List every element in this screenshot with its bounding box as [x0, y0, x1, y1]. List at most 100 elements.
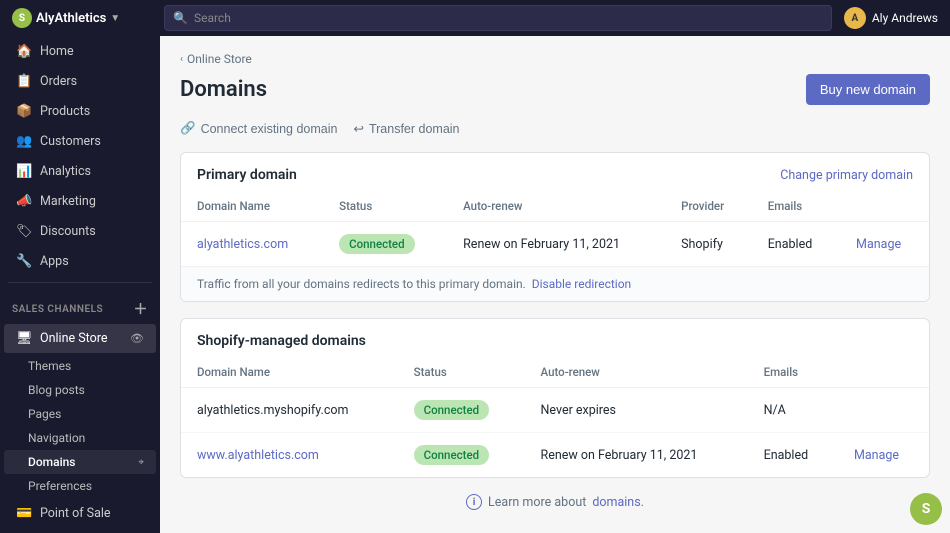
sidebar-item-point-of-sale[interactable]: 💳 Point of Sale — [4, 499, 156, 528]
brand-logo[interactable]: S AlyAthletics ▼ — [12, 8, 152, 28]
sidebar-item-products[interactable]: 📦 Products — [4, 97, 156, 126]
manage-link-2[interactable]: Manage — [854, 448, 899, 463]
primary-domain-title: Primary domain — [197, 167, 297, 183]
info-icon: i — [466, 494, 482, 510]
sidebar-item-label: Orders — [40, 74, 77, 89]
shopify-badge: S — [910, 493, 942, 525]
analytics-icon: 📊 — [16, 164, 32, 179]
page-title: Domains — [180, 77, 267, 102]
disable-redirection-link[interactable]: Disable redirection — [532, 277, 631, 291]
buy-new-domain-button[interactable]: Buy new domain — [806, 74, 930, 105]
col-provider: Provider — [665, 193, 752, 222]
customers-icon: 👥 — [16, 134, 32, 149]
change-primary-domain-link[interactable]: Change primary domain — [780, 168, 913, 183]
search-placeholder: Search — [194, 11, 231, 25]
sidebar-item-online-store[interactable]: 🖥 Online Store 👁 — [4, 324, 156, 353]
sidebar-item-facebook-shop[interactable]: f Facebook Shop — [4, 529, 156, 533]
col-auto-renew: Auto-renew — [447, 193, 665, 222]
page-header: Domains Buy new domain — [180, 74, 930, 105]
sidebar-item-discounts[interactable]: 🏷 Discounts — [4, 217, 156, 246]
sidebar-item-analytics[interactable]: 📊 Analytics — [4, 157, 156, 186]
sidebar-item-home[interactable]: 🏠 Home — [4, 37, 156, 66]
brand-name: AlyAthletics — [36, 11, 106, 26]
status-badge: Connected — [414, 445, 489, 465]
main-content: ‹ Online Store Domains Buy new domain 🔗 … — [160, 36, 950, 533]
sidebar-sub-preferences[interactable]: Preferences — [0, 474, 160, 498]
sales-channels-label: SALES CHANNELS ＋ — [0, 289, 160, 323]
search-icon: 🔍 — [173, 11, 188, 25]
sidebar-item-label: Online Store — [40, 331, 107, 346]
www-domain-link[interactable]: www.alyathletics.com — [197, 448, 319, 463]
sidebar-item-apps[interactable]: 🔧 Apps — [4, 247, 156, 276]
col-auto-renew-2: Auto-renew — [525, 359, 748, 388]
pos-icon: 💳 — [16, 506, 32, 521]
status-badge: Connected — [339, 234, 414, 254]
shopify-managed-table: Domain Name Status Auto-renew Emails aly… — [181, 359, 929, 477]
col-domain-name: Domain Name — [181, 193, 323, 222]
avatar: A — [844, 7, 866, 29]
myshopify-domain: alyathletics.myshopify.com — [197, 403, 348, 418]
table-row: www.alyathletics.com Connected Renew on … — [181, 433, 929, 478]
breadcrumb-link[interactable]: Online Store — [187, 52, 252, 66]
breadcrumb-chevron: ‹ — [180, 54, 183, 65]
app-layout: 🏠 Home 📋 Orders 📦 Products 👥 Customers 📊… — [0, 36, 950, 533]
orders-icon: 📋 — [16, 74, 32, 89]
apps-icon: 🔧 — [16, 254, 32, 269]
sidebar-item-label: Analytics — [40, 164, 91, 179]
sidebar-item-label: Products — [40, 104, 90, 119]
connect-existing-domain-button[interactable]: 🔗 Connect existing domain — [180, 121, 337, 136]
primary-domain-table: Domain Name Status Auto-renew Provider E… — [181, 193, 929, 266]
col-domain-name-2: Domain Name — [181, 359, 398, 388]
emails-text: Enabled — [748, 433, 838, 478]
table-row: alyathletics.com Connected Renew on Febr… — [181, 222, 929, 267]
sidebar-item-customers[interactable]: 👥 Customers — [4, 127, 156, 156]
sidebar-sub-themes[interactable]: Themes — [0, 354, 160, 378]
user-name: Aly Andrews — [872, 11, 938, 25]
transfer-icon: ↩ — [353, 121, 363, 136]
primary-domain-card: Primary domain Change primary domain Dom… — [180, 152, 930, 302]
domains-cursor-icon: ⌖ — [138, 457, 144, 468]
learn-more-section: i Learn more about domains. — [180, 494, 930, 510]
search-bar[interactable]: 🔍 Search — [164, 5, 832, 31]
add-sales-channel-icon[interactable]: ＋ — [134, 299, 149, 319]
top-nav: S AlyAthletics ▼ 🔍 Search A Aly Andrews — [0, 0, 950, 36]
sidebar-sub-domains[interactable]: Domains ⌖ — [4, 450, 156, 474]
table-row: alyathletics.myshopify.com Connected Nev… — [181, 388, 929, 433]
auto-renew-text: Never expires — [525, 388, 748, 433]
col-emails: Emails — [752, 193, 840, 222]
user-menu[interactable]: A Aly Andrews — [844, 7, 938, 29]
auto-renew-text: Renew on February 11, 2021 — [525, 433, 748, 478]
sidebar-item-label: Apps — [40, 254, 69, 269]
brand-dropdown-icon[interactable]: ▼ — [110, 13, 120, 24]
shopify-managed-title: Shopify-managed domains — [197, 333, 366, 349]
sidebar-sub-blog-posts[interactable]: Blog posts — [0, 378, 160, 402]
auto-renew-text: Renew on February 11, 2021 — [447, 222, 665, 267]
col-status: Status — [323, 193, 447, 222]
col-emails-2: Emails — [748, 359, 838, 388]
sidebar-sub-navigation[interactable]: Navigation — [0, 426, 160, 450]
learn-more-text: Learn more about — [488, 495, 586, 510]
products-icon: 📦 — [16, 104, 32, 119]
sidebar-divider — [8, 282, 152, 283]
primary-domain-link[interactable]: alyathletics.com — [197, 237, 288, 252]
primary-domain-footer: Traffic from all your domains redirects … — [181, 266, 929, 301]
transfer-domain-button[interactable]: ↩ Transfer domain — [353, 121, 459, 136]
domains-learn-more-link[interactable]: domains. — [592, 495, 644, 510]
emails-text: N/A — [748, 388, 838, 433]
manage-link-1[interactable]: Manage — [856, 237, 901, 252]
discounts-icon: 🏷 — [16, 224, 32, 239]
sidebar-item-marketing[interactable]: 📣 Marketing — [4, 187, 156, 216]
online-store-visibility-icon[interactable]: 👁 — [130, 332, 144, 345]
sidebar-item-label: Discounts — [40, 224, 96, 239]
connect-icon: 🔗 — [180, 121, 196, 136]
sidebar-item-label: Marketing — [40, 194, 96, 209]
online-store-icon: 🖥 — [16, 331, 32, 346]
sidebar: 🏠 Home 📋 Orders 📦 Products 👥 Customers 📊… — [0, 36, 160, 533]
sidebar-sub-pages[interactable]: Pages — [0, 402, 160, 426]
home-icon: 🏠 — [16, 44, 32, 59]
sidebar-item-label: Point of Sale — [40, 506, 111, 521]
emails-text: Enabled — [752, 222, 840, 267]
shopify-managed-domains-card: Shopify-managed domains Domain Name Stat… — [180, 318, 930, 478]
sidebar-item-orders[interactable]: 📋 Orders — [4, 67, 156, 96]
marketing-icon: 📣 — [16, 194, 32, 209]
